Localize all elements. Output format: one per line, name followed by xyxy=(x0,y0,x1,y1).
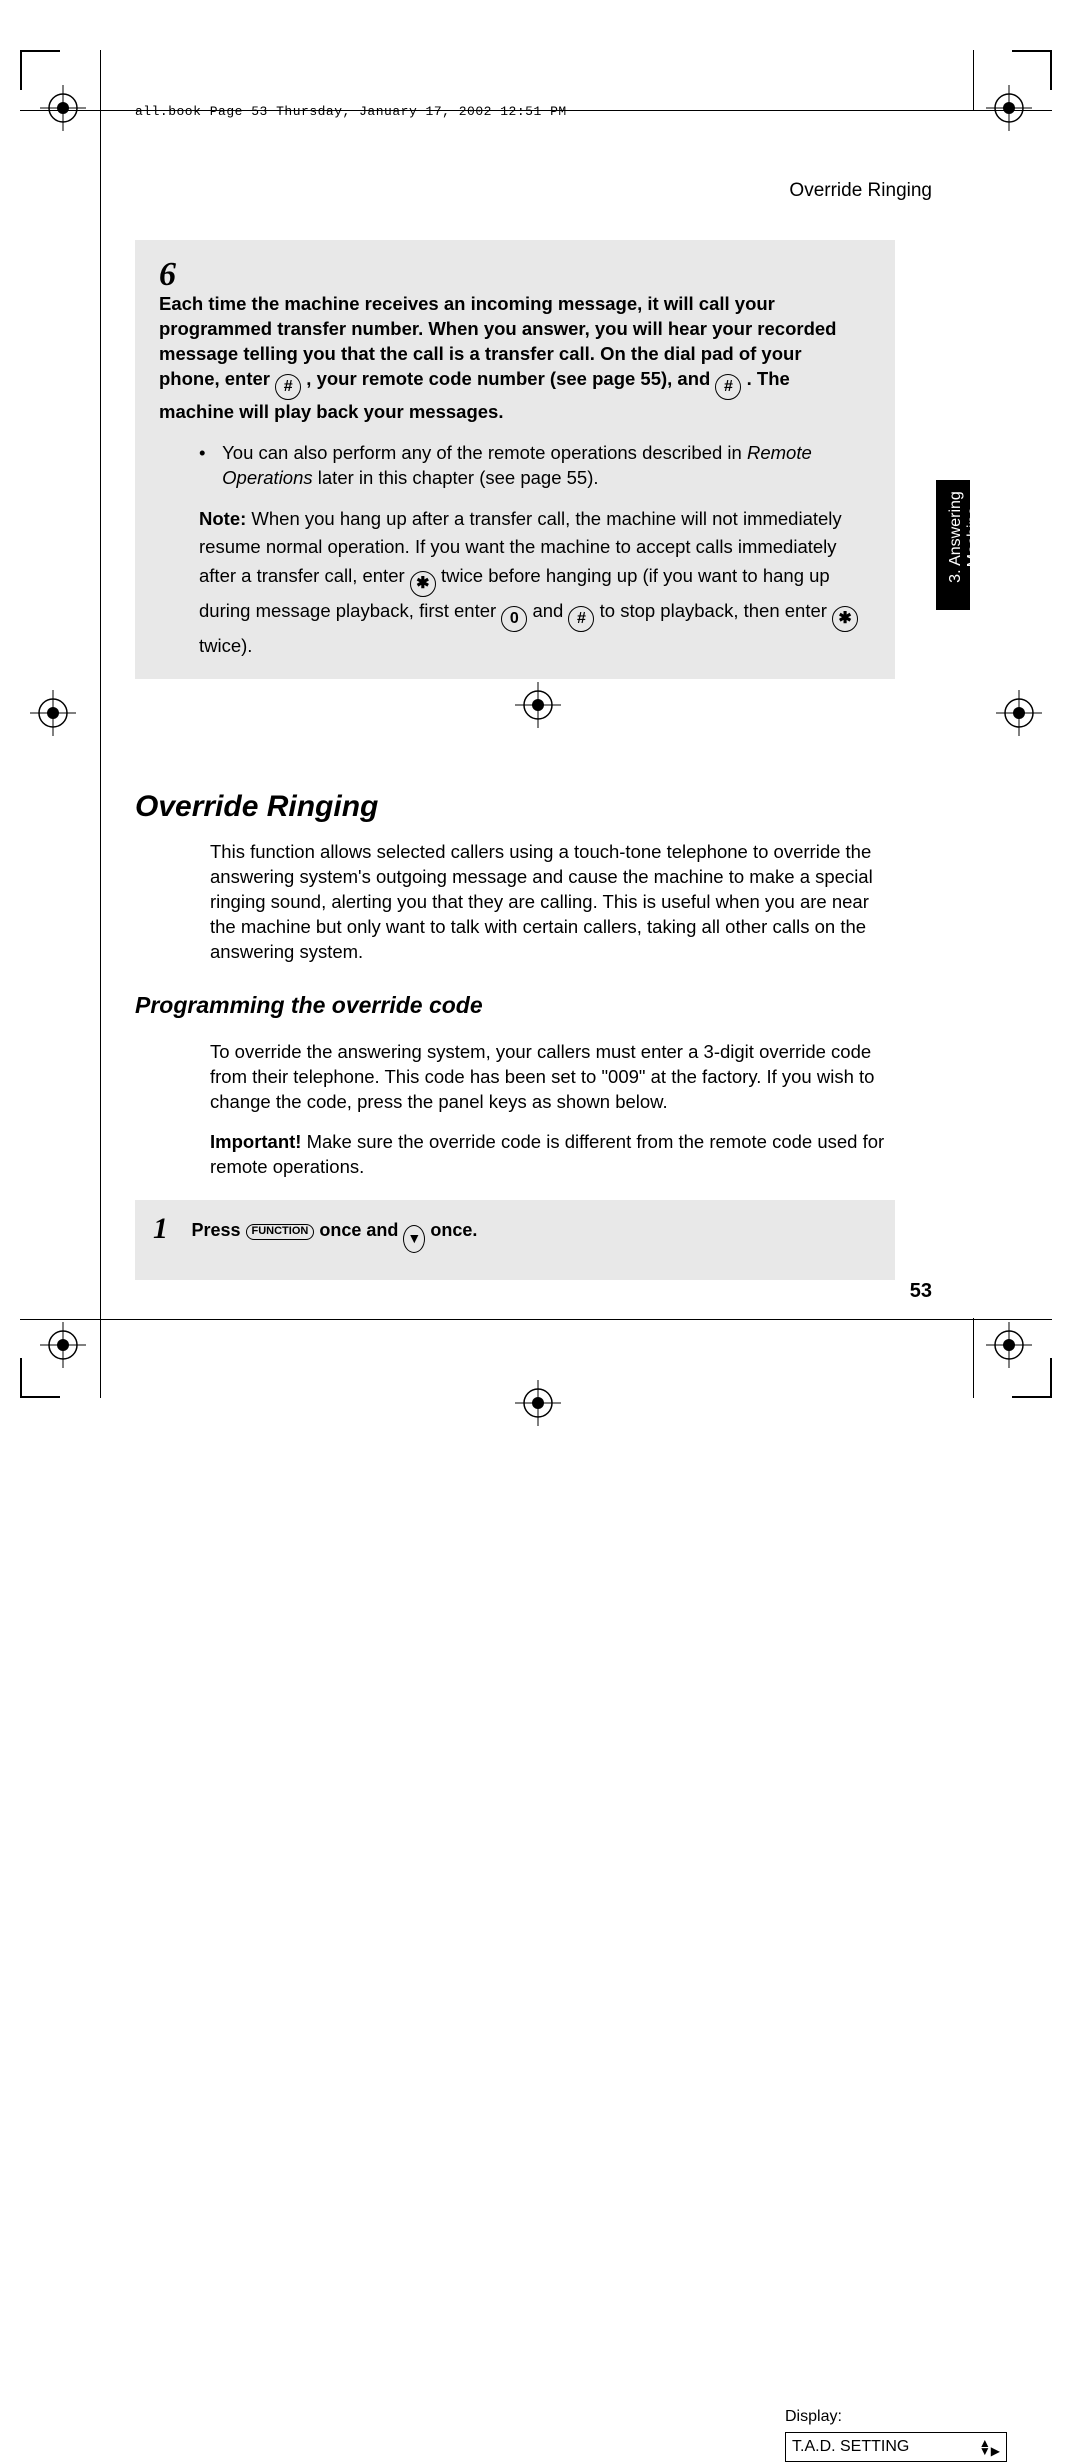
hash-key-icon: # xyxy=(568,606,594,632)
step1-post: once. xyxy=(430,1220,477,1240)
section-paragraph-3: Important! Make sure the override code i… xyxy=(210,1130,895,1180)
zero-key-icon: 0 xyxy=(501,606,527,632)
registration-mark xyxy=(996,690,1042,736)
section-heading: Override Ringing xyxy=(135,790,378,824)
registration-mark xyxy=(986,85,1032,131)
section-paragraph-1: This function allows selected callers us… xyxy=(210,840,895,965)
tab-line2: Machine xyxy=(965,507,982,567)
hash-key-icon: # xyxy=(715,374,741,400)
guide-v4 xyxy=(973,1318,974,1398)
function-key-icon: FUNCTION xyxy=(246,1224,315,1240)
crop-mark-tl xyxy=(20,50,60,90)
bullet-pre: You can also perform any of the remote o… xyxy=(222,442,747,463)
bullet-dot: • xyxy=(199,441,217,466)
display-value: T.A.D. SETTING xyxy=(792,2438,909,2456)
step1-pre: Press xyxy=(191,1220,245,1240)
registration-mark xyxy=(40,85,86,131)
chapter-tab-text: 3. Answering Machine xyxy=(947,472,983,602)
guide-line-bottom xyxy=(20,1319,1052,1320)
running-head: Override Ringing xyxy=(789,180,932,202)
note-text-5: twice). xyxy=(199,635,252,656)
star-key-icon: ✱ xyxy=(832,606,858,632)
note-text-3: and xyxy=(532,600,568,621)
star-key-icon: ✱ xyxy=(410,571,436,597)
bullet-text: You can also perform any of the remote o… xyxy=(222,441,862,491)
important-text: Make sure the override code is different… xyxy=(210,1131,884,1177)
step-1-box: 1 Press FUNCTION once and ▼ once. Displa… xyxy=(135,1200,895,1280)
step1-mid: once and xyxy=(319,1220,403,1240)
display-label: Display: xyxy=(785,2408,842,2426)
registration-mark xyxy=(515,682,561,728)
crop-mark-tr xyxy=(1012,50,1052,90)
hash-key-icon: # xyxy=(275,374,301,400)
registration-mark xyxy=(40,1322,86,1368)
step-6-body: Each time the machine receives an incomi… xyxy=(159,292,849,425)
chapter-tab: 3. Answering Machine xyxy=(936,480,970,610)
tab-line1: 3. Answering xyxy=(947,491,964,583)
page-number: 53 xyxy=(910,1280,932,1303)
registration-mark xyxy=(986,1322,1032,1368)
crop-info-line: all.book Page 53 Thursday, January 17, 2… xyxy=(135,104,567,119)
important-label: Important! xyxy=(210,1131,301,1152)
step-6-box: 6 Each time the machine receives an inco… xyxy=(135,240,895,679)
lcd-display: T.A.D. SETTING ▲▼▶ xyxy=(785,2432,1007,2462)
step-number-6: 6 xyxy=(159,258,193,292)
section-paragraph-2: To override the answering system, your c… xyxy=(210,1040,895,1115)
up-down-arrows-icon: ▲▼▶ xyxy=(979,2439,1000,2455)
step-6-bullet: • You can also perform any of the remote… xyxy=(199,441,871,491)
guide-v5 xyxy=(100,110,101,1320)
subsection-heading: Programming the override code xyxy=(135,992,483,1019)
note-text-4: to stop playback, then enter xyxy=(600,600,832,621)
step-6-note: Note: When you hang up after a transfer … xyxy=(199,505,871,661)
note-label: Note: xyxy=(199,508,246,529)
registration-mark xyxy=(515,1380,561,1426)
down-arrow-key-icon: ▼ xyxy=(403,1225,425,1253)
bullet-post: later in this chapter (see page 55). xyxy=(313,467,599,488)
step-1-body: Press FUNCTION once and ▼ once. xyxy=(191,1214,621,1253)
guide-v2 xyxy=(100,1318,101,1398)
step-6-text-b: , your remote code number (see page 55),… xyxy=(306,368,715,389)
registration-mark xyxy=(30,690,76,736)
guide-v3 xyxy=(973,50,974,110)
guide-v1 xyxy=(100,50,101,110)
step-number-1: 1 xyxy=(153,1214,187,1244)
